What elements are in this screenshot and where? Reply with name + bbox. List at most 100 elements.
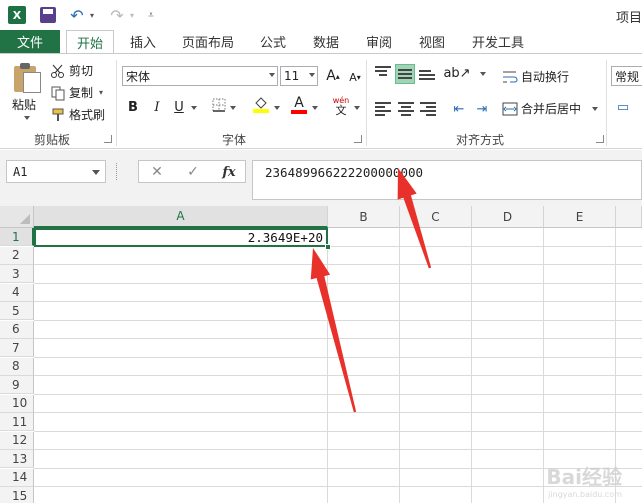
row-gridline — [34, 301, 642, 302]
align-middle-icon[interactable] — [395, 64, 415, 84]
cancel-icon[interactable]: ✕ — [147, 164, 167, 180]
accounting-format-icon[interactable]: ▭ — [614, 98, 632, 116]
row-header[interactable]: 10 — [0, 394, 34, 413]
phonetic-dropdown-icon[interactable] — [354, 106, 360, 110]
copy-dropdown-icon[interactable]: ▾ — [99, 88, 103, 97]
font-color-dropdown-icon[interactable] — [312, 106, 318, 110]
undo-icon[interactable]: ↶ — [68, 6, 86, 25]
align-right-icon[interactable] — [420, 102, 436, 116]
row-header[interactable]: 13 — [0, 450, 34, 468]
select-all-button[interactable] — [0, 206, 34, 228]
align-left-icon[interactable] — [375, 102, 391, 116]
align-center-icon[interactable] — [398, 102, 414, 116]
tab-review[interactable]: 审阅 — [366, 30, 392, 53]
redo-dropdown-icon[interactable]: ▾ — [128, 6, 136, 24]
phonetic-bottom: 文 — [335, 104, 347, 117]
bold-button[interactable]: B — [124, 98, 142, 116]
customize-qat-icon[interactable]: ⩡ — [146, 6, 156, 24]
enter-icon[interactable]: ✓ — [183, 164, 203, 180]
row-header[interactable]: 4 — [0, 283, 34, 302]
row-header[interactable]: 2 — [0, 246, 34, 265]
tab-view[interactable]: 视图 — [419, 30, 445, 53]
orientation-dropdown-icon[interactable] — [480, 72, 486, 76]
borders-button[interactable] — [210, 98, 228, 116]
fill-color-dropdown-icon[interactable] — [274, 106, 280, 110]
increase-indent-icon[interactable]: ⇥ — [473, 100, 491, 118]
group-divider — [606, 60, 607, 146]
worksheet-grid[interactable]: A B C D E 12345678910111213141516 2.3649… — [0, 206, 642, 503]
column-header-b[interactable]: B — [328, 206, 400, 228]
column-header-d[interactable]: D — [472, 206, 544, 228]
tab-page-layout[interactable]: 页面布局 — [182, 30, 234, 53]
active-cell-a1[interactable]: 2.3649E+20 — [34, 228, 328, 247]
column-header-f[interactable] — [616, 206, 642, 228]
cut-label: 剪切 — [69, 64, 94, 78]
row-header[interactable]: 9 — [0, 376, 34, 394]
italic-button[interactable]: I — [148, 98, 166, 116]
name-box-dropdown-icon[interactable] — [92, 170, 100, 175]
format-painter-button[interactable]: 格式刷 — [50, 106, 105, 123]
fill-color-button[interactable] — [252, 97, 270, 115]
group-divider — [116, 60, 117, 146]
row-header[interactable]: 8 — [0, 357, 34, 376]
row-header[interactable]: 14 — [0, 468, 34, 487]
font-color-letter: A — [294, 95, 304, 111]
name-box[interactable]: A1 — [6, 160, 106, 183]
row-header[interactable]: 12 — [0, 431, 34, 450]
tab-insert[interactable]: 插入 — [130, 30, 156, 53]
orientation-icon[interactable]: ab↗ — [443, 64, 470, 82]
row-header[interactable]: 5 — [0, 302, 34, 320]
row-header[interactable]: 7 — [0, 339, 34, 357]
underline-button[interactable]: U — [170, 98, 188, 116]
merge-dropdown-icon[interactable] — [592, 107, 598, 111]
decrease-indent-icon[interactable]: ⇤ — [450, 100, 468, 118]
shrink-font-button[interactable]: A ▾ — [346, 68, 364, 86]
row-gridline — [34, 430, 642, 432]
borders-dropdown-icon[interactable] — [230, 106, 236, 110]
font-name-combo[interactable]: 宋体 — [122, 66, 278, 86]
phonetic-guide-button[interactable]: wén 文 — [330, 96, 352, 116]
grow-font-button[interactable]: A ▴ — [324, 67, 342, 85]
watermark-text: Bai经验 — [546, 465, 622, 489]
merge-center-label: 合并后居中 — [521, 102, 582, 116]
fill-handle[interactable] — [325, 244, 331, 250]
column-header-a[interactable]: A — [34, 206, 328, 228]
align-bottom-icon[interactable] — [419, 70, 435, 84]
font-size-combo[interactable]: 11 — [280, 66, 318, 86]
paste-button[interactable]: 粘贴 — [12, 96, 36, 113]
row-header[interactable]: 11 — [0, 413, 34, 431]
alignment-dialog-launcher-icon[interactable] — [596, 135, 604, 143]
cut-button[interactable]: 剪切 — [50, 62, 93, 79]
column-gridline — [327, 228, 328, 503]
tab-home[interactable]: 开始 — [66, 30, 115, 54]
undo-dropdown-icon[interactable]: ▾ — [88, 6, 96, 24]
tab-formulas[interactable]: 公式 — [260, 30, 286, 53]
number-format-combo[interactable]: 常规 — [611, 66, 642, 86]
paste-icon[interactable] — [12, 62, 42, 94]
merge-center-button[interactable]: 合并后居中 — [502, 100, 581, 117]
copy-label: 复制 — [69, 86, 94, 100]
font-dialog-launcher-icon[interactable] — [354, 135, 362, 143]
underline-dropdown-icon[interactable] — [191, 106, 197, 110]
group-divider — [366, 60, 367, 146]
splitter-handle[interactable] — [116, 163, 119, 180]
row-header[interactable]: 15 — [0, 487, 34, 503]
insert-function-icon[interactable]: fx — [219, 164, 239, 180]
copy-button[interactable]: 复制 ▾ — [50, 84, 103, 101]
formula-input[interactable]: 236489966222200000000 — [252, 160, 642, 200]
redo-icon[interactable]: ↷ — [108, 6, 126, 25]
align-top-icon[interactable] — [375, 66, 391, 80]
tab-data[interactable]: 数据 — [313, 30, 339, 53]
wrap-text-button[interactable]: 自动换行 — [502, 68, 569, 85]
save-icon[interactable] — [40, 7, 56, 23]
tab-file[interactable]: 文件 — [0, 30, 60, 53]
clipboard-dialog-launcher-icon[interactable] — [104, 135, 112, 143]
column-header-c[interactable]: C — [400, 206, 472, 228]
row-header[interactable]: 6 — [0, 320, 34, 339]
paste-dropdown-icon[interactable] — [24, 116, 30, 120]
column-header-e[interactable]: E — [544, 206, 616, 228]
row-header[interactable]: 3 — [0, 265, 34, 283]
font-color-button[interactable]: A — [290, 96, 308, 114]
row-header[interactable]: 1 — [0, 228, 34, 246]
tab-developer[interactable]: 开发工具 — [472, 30, 524, 53]
